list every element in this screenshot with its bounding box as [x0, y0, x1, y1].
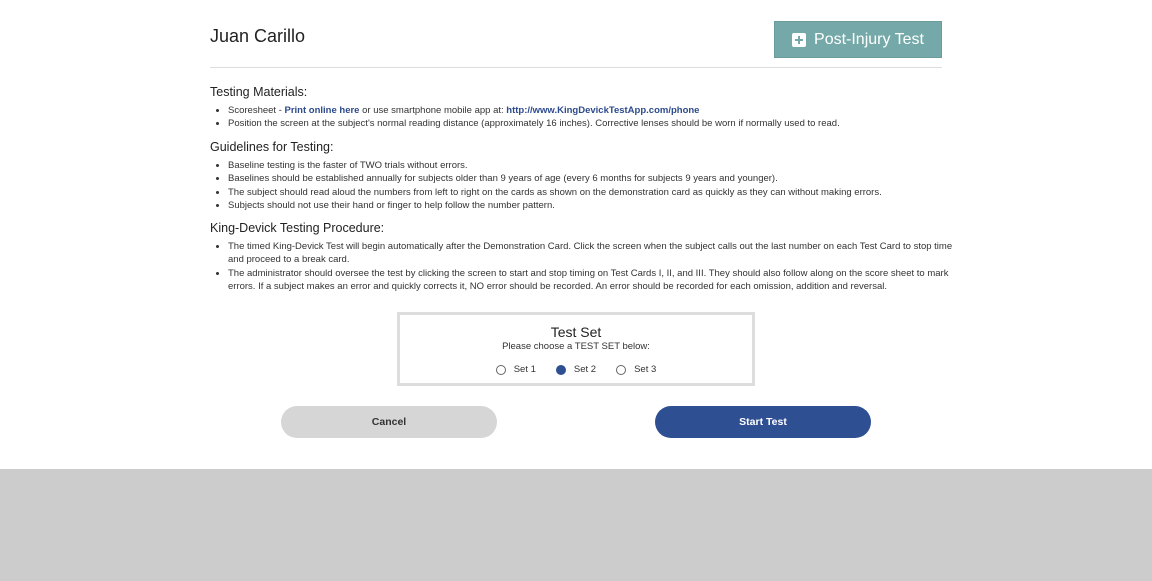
main-panel: Juan Carillo Post-Injury Test Testing Ma… [0, 0, 1152, 469]
guidelines-title: Guidelines for Testing: [210, 140, 334, 154]
start-test-button[interactable]: Start Test [655, 406, 871, 438]
list-item: Baseline testing is the faster of TWO tr… [228, 159, 960, 172]
app-url-link[interactable]: http://www.KingDevickTestApp.com/phone [506, 105, 699, 116]
radio-checked-icon[interactable] [555, 364, 566, 375]
post-injury-test-button[interactable]: Post-Injury Test [774, 21, 942, 58]
test-set-subtitle: Please choose a TEST SET below: [502, 341, 650, 352]
header: Juan Carillo Post-Injury Test [210, 0, 942, 68]
procedure-title: King-Devick Testing Procedure: [210, 221, 385, 235]
list-item: The timed King-Devick Test will begin au… [228, 240, 960, 267]
test-set-option-label: Set 1 [513, 364, 536, 375]
testing-materials-list: Scoresheet - Print online here or use sm… [210, 104, 960, 131]
radio-unchecked-icon[interactable] [616, 364, 627, 375]
list-item: The administrator should oversee the tes… [228, 267, 960, 294]
radio-unchecked-icon[interactable] [495, 364, 506, 375]
list-item: Position the screen at the subject's nor… [228, 117, 960, 130]
scoresheet-prefix: Scoresheet - [228, 105, 285, 116]
test-set-title: Test Set [550, 324, 602, 340]
test-set-option-2[interactable]: Set 2 [555, 364, 597, 375]
page: Juan Carillo Post-Injury Test Testing Ma… [0, 0, 1152, 581]
scoresheet-middle: or use smartphone mobile app at: [359, 105, 507, 116]
test-set-option-3[interactable]: Set 3 [616, 364, 656, 375]
testing-materials-title: Testing Materials: [210, 85, 308, 99]
print-online-link[interactable]: Print online here [285, 105, 360, 116]
plus-square-icon [792, 32, 807, 47]
test-set-option-1[interactable]: Set 1 [495, 364, 536, 375]
list-item: Subjects should not use their hand or fi… [228, 199, 960, 212]
test-set-option-label: Set 3 [634, 364, 657, 375]
cancel-button[interactable]: Cancel [281, 406, 497, 438]
test-set-option-label: Set 2 [573, 364, 597, 375]
test-set-panel: Test Set Please choose a TEST SET below:… [397, 312, 755, 386]
subject-name: Juan Carillo [210, 26, 306, 46]
guidelines-list: Baseline testing is the faster of TWO tr… [210, 159, 960, 212]
post-injury-test-label: Post-Injury Test [814, 30, 924, 48]
list-item: Baselines should be established annually… [228, 172, 960, 185]
list-item: The subject should read aloud the number… [228, 186, 960, 199]
content-area: Juan Carillo Post-Injury Test Testing Ma… [210, 0, 952, 292]
list-item: Scoresheet - Print online here or use sm… [228, 104, 960, 117]
procedure-list: The timed King-Devick Test will begin au… [210, 240, 960, 293]
test-set-options: Set 1 Set 2 Set 3 [400, 364, 752, 375]
